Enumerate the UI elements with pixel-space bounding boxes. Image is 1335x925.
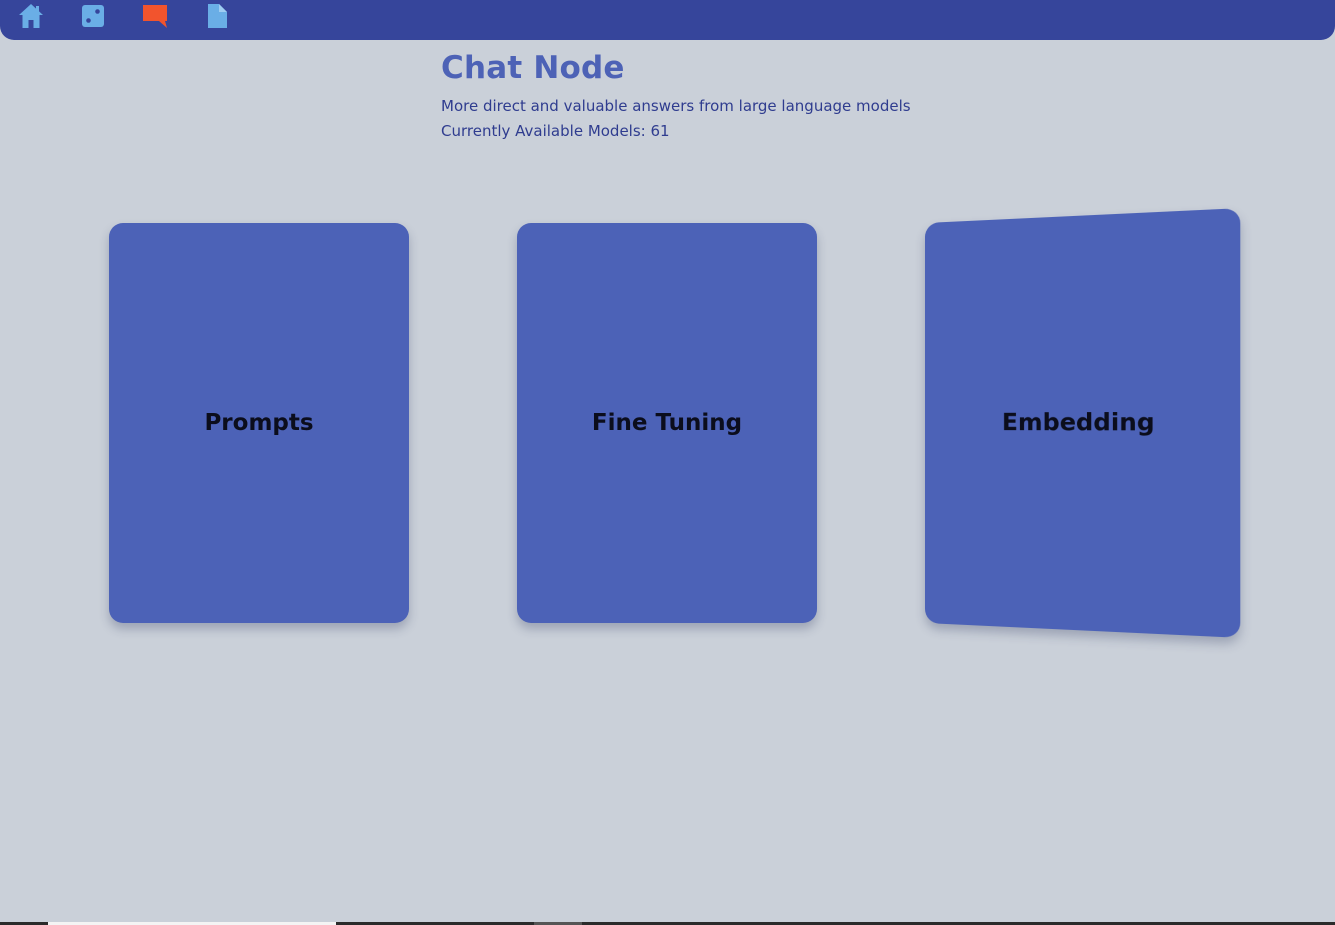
page-header: Chat Node More direct and valuable answe… — [441, 46, 911, 141]
top-nav-bar — [0, 0, 1335, 40]
embedding-card[interactable]: Embedding — [925, 208, 1241, 638]
dice-icon[interactable] — [79, 2, 107, 30]
prompts-card-label: Prompts — [204, 410, 314, 436]
home-icon[interactable] — [17, 2, 45, 30]
models-count: Currently Available Models: 61 — [441, 122, 670, 140]
document-icon[interactable] — [203, 2, 231, 30]
prompts-card[interactable]: Prompts — [109, 223, 409, 623]
chat-icon[interactable] — [141, 2, 169, 30]
page-subtitle: More direct and valuable answers from la… — [441, 97, 911, 115]
fine-tuning-card-label: Fine Tuning — [591, 410, 743, 436]
page-title: Chat Node — [441, 50, 625, 86]
embedding-card-label: Embedding — [1001, 409, 1155, 437]
fine-tuning-card[interactable]: Fine Tuning — [517, 223, 817, 623]
